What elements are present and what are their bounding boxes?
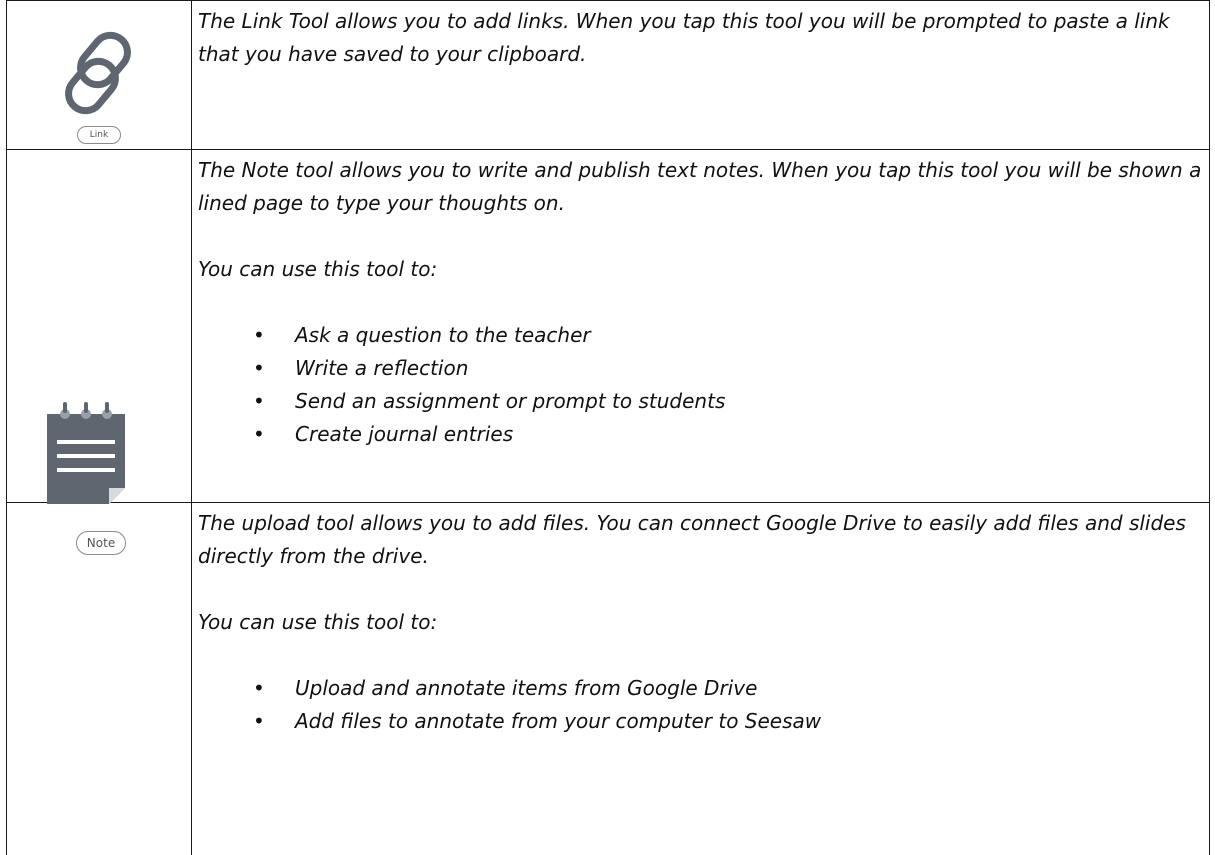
table-row-link: Link The Link Tool allows you to add lin… xyxy=(6,0,1210,150)
upload-description: The upload tool allows you to add files.… xyxy=(198,511,1186,568)
note-usage-intro: You can use this tool to: xyxy=(198,257,438,281)
list-item: • Ask a question to the teacher xyxy=(253,319,1203,352)
list-item: • Upload and annotate items from Google D… xyxy=(253,672,1203,705)
notepad-icon xyxy=(47,402,125,504)
note-description-cell: The Note tool allows you to write and pu… xyxy=(191,149,1210,503)
list-item: • Add files to annotate from your compute… xyxy=(253,705,1203,738)
link-description: The Link Tool allows you to add links. W… xyxy=(198,9,1170,66)
upload-usage-list: • Upload and annotate items from Google D… xyxy=(198,672,1203,738)
list-item: • Send an assignment or prompt to student… xyxy=(253,385,1203,418)
note-icon-cell: Note xyxy=(6,149,192,555)
bullet-glyph: • xyxy=(253,389,265,413)
bullet-glyph: • xyxy=(253,323,265,347)
link-icon xyxy=(65,31,131,115)
bullet-glyph: • xyxy=(253,356,265,380)
link-icon-cell: Link xyxy=(6,0,192,150)
bullet-glyph: • xyxy=(253,676,265,700)
link-description-cell: The Link Tool allows you to add links. W… xyxy=(191,0,1210,150)
bullet-glyph: • xyxy=(253,709,265,733)
upload-usage-intro: You can use this tool to: xyxy=(198,610,438,634)
note-usage-list: • Ask a question to the teacher • Write a … xyxy=(198,319,1203,451)
note-description: The Note tool allows you to write and pu… xyxy=(198,158,1202,215)
bullet-glyph: • xyxy=(253,422,265,446)
upload-icon-cell xyxy=(6,502,192,855)
link-label-pill: Link xyxy=(77,126,121,144)
upload-description-cell: The upload tool allows you to add files.… xyxy=(191,502,1210,855)
seesaw-tools-table: Link The Link Tool allows you to add lin… xyxy=(6,0,1210,855)
table-row-note: Note The Note tool allows you to write a… xyxy=(6,149,1210,555)
list-item: • Create journal entries xyxy=(253,418,1203,451)
table-row-upload: The upload tool allows you to add files.… xyxy=(6,502,1210,855)
list-item: • Write a reflection xyxy=(253,352,1203,385)
